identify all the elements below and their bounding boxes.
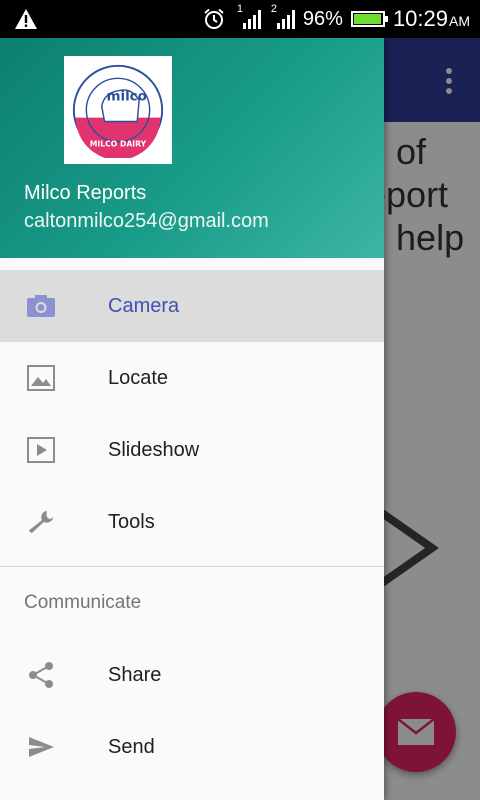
menu-item-slideshow[interactable]: Slideshow <box>0 414 384 486</box>
header-title: Milco Reports <box>24 182 147 204</box>
menu-item-label: Share <box>108 663 162 686</box>
sim2-label: 2 <box>270 3 278 15</box>
battery-icon <box>350 11 388 27</box>
signal-sim1-icon: 1 <box>237 3 261 29</box>
menu-item-label: Tools <box>108 510 155 533</box>
share-icon <box>26 661 56 689</box>
menu-item-label: Send <box>108 735 155 758</box>
camera-icon <box>26 292 56 320</box>
menu-item-label: Slideshow <box>108 438 200 461</box>
image-icon <box>26 364 56 392</box>
menu-item-share[interactable]: Share <box>0 639 384 711</box>
logo-text: milco <box>106 89 146 104</box>
menu-item-send[interactable]: Send <box>0 711 384 783</box>
menu-item-label: Camera <box>108 294 180 317</box>
sim1-label: 1 <box>236 3 244 15</box>
menu-item-locate[interactable]: Locate <box>0 342 384 414</box>
milco-logo: milco MILCO DAIRY <box>64 56 172 164</box>
battery-fill <box>353 14 381 24</box>
status-bar: 1 2 96% 10:29AM <box>0 0 480 38</box>
battery-percent: 96% <box>302 7 343 30</box>
drawer-header: milco MILCO DAIRY Milco Reports caltonmi… <box>0 38 384 258</box>
clock: 10:29AM <box>393 6 470 32</box>
wrench-icon <box>26 508 56 536</box>
signal-sim2-icon: 2 <box>271 3 295 29</box>
send-icon <box>26 733 56 761</box>
alarm-icon <box>204 8 224 29</box>
clock-time: 10:29 <box>392 6 448 31</box>
section-title-communicate: Communicate <box>24 592 142 613</box>
menu-item-tools[interactable]: Tools <box>0 486 384 558</box>
milco-logo-image: milco MILCO DAIRY <box>72 64 164 158</box>
drawer-menu: Camera Locate Slideshow Tools Communicat… <box>0 270 384 783</box>
menu-item-label: Locate <box>108 366 169 389</box>
header-email: caltonmilco254@gmail.com <box>24 210 269 232</box>
logo-ring-text: MILCO DAIRY <box>90 139 147 148</box>
slideshow-icon <box>26 436 56 464</box>
navigation-drawer: milco MILCO DAIRY Milco Reports caltonmi… <box>0 38 384 800</box>
menu-item-camera[interactable]: Camera <box>0 270 384 342</box>
warning-icon <box>15 9 37 29</box>
clock-ampm: AM <box>449 13 470 29</box>
